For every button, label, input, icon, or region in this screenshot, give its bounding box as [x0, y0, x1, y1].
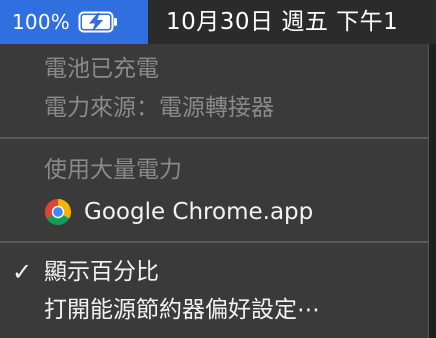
battery-charging-icon [78, 11, 117, 33]
battery-menu-extra[interactable]: 100% [0, 0, 148, 44]
chrome-icon [44, 199, 72, 226]
checkmark-icon: ✓ [12, 258, 33, 286]
menubar-clock[interactable]: 10月30日 週五 下午1 [166, 0, 398, 44]
energy-saver-preferences-item[interactable]: 打開能源節約器偏好設定⋯ [44, 295, 320, 325]
show-percentage-label: 顯示百分比 [44, 259, 159, 285]
battery-dropdown-menu: 電池已充電 電力來源：電源轉接器 使用大量電力 Google Chrome.ap… [0, 44, 429, 338]
menu-bar: 100% 10月30日 週五 下午1 [0, 0, 436, 44]
app-name: Google Chrome.app [84, 199, 314, 225]
battery-percentage: 100% [12, 10, 70, 34]
background-window-edge [429, 44, 436, 338]
menu-divider [0, 241, 428, 243]
heavy-usage-header: 使用大量電力 [44, 157, 182, 183]
menu-divider [0, 137, 428, 139]
power-source: 電力來源：電源轉接器 [44, 95, 274, 121]
battery-status: 電池已充電 [44, 56, 159, 82]
